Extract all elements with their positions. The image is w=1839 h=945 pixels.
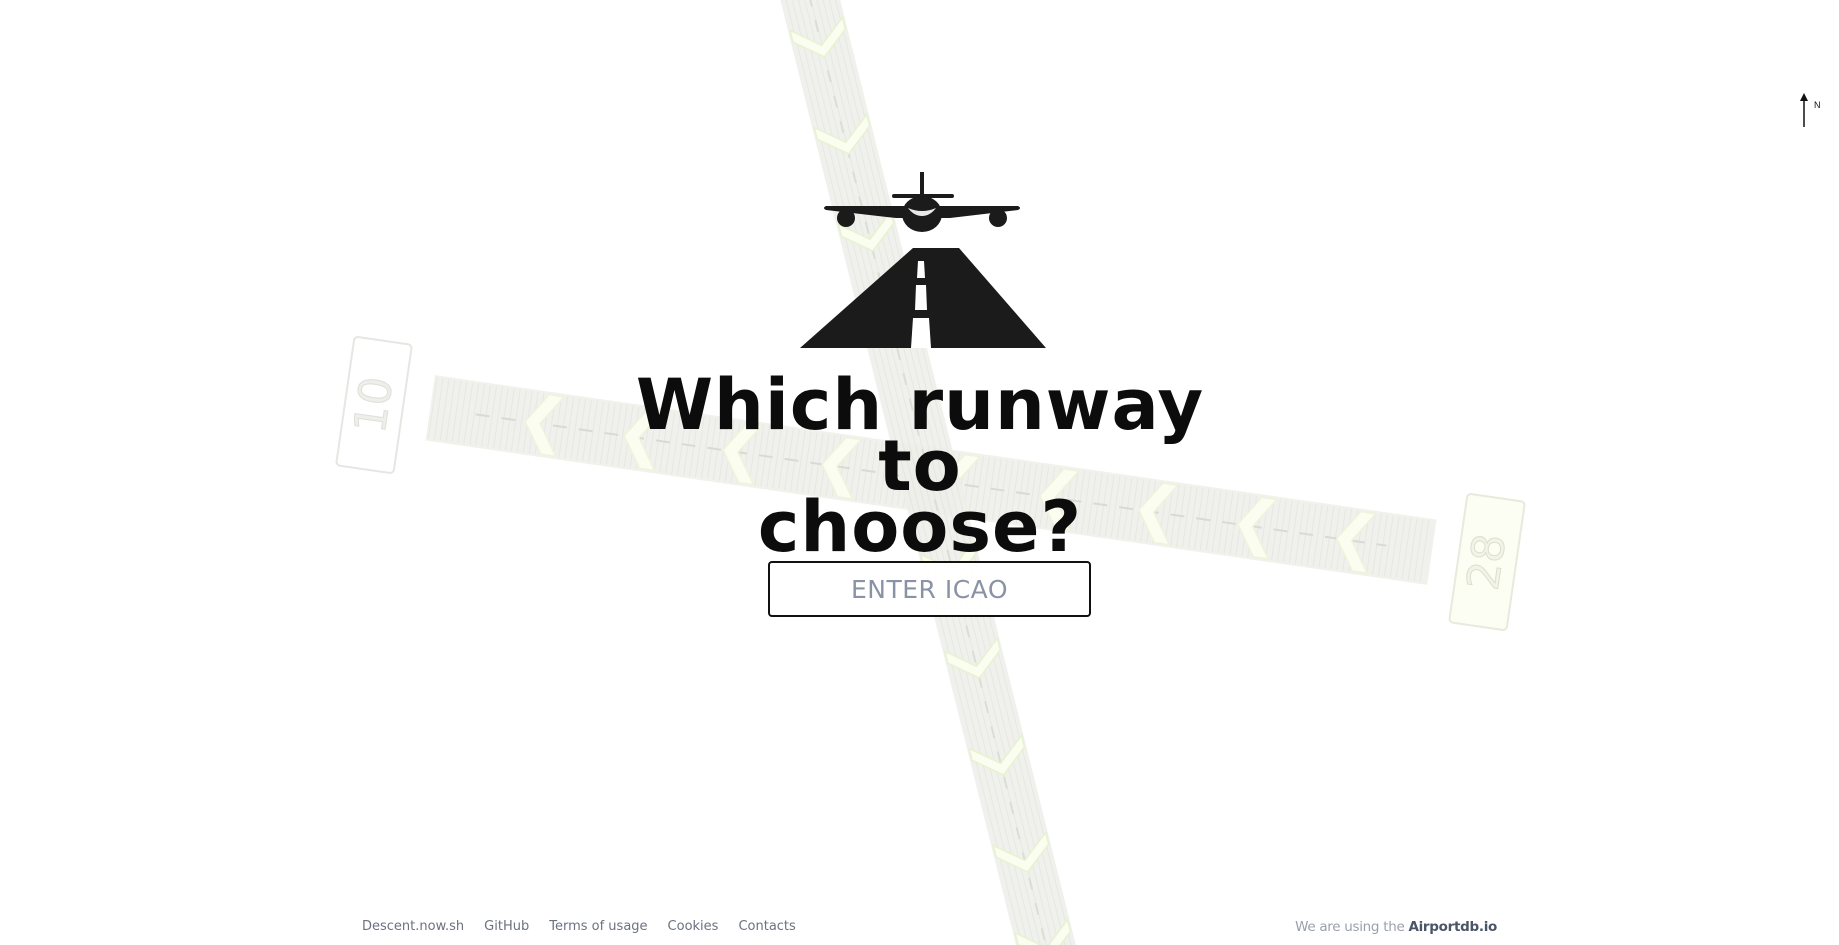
runway-end-label-10: 10 bbox=[345, 374, 403, 437]
airportdb-link[interactable]: Airportdb.io bbox=[1408, 919, 1497, 935]
airplane-landing-runway-icon bbox=[800, 172, 1046, 348]
footer-link-github[interactable]: GitHub bbox=[484, 919, 529, 934]
icao-input[interactable] bbox=[770, 563, 1089, 615]
page-title-line-2: choose? bbox=[757, 486, 1083, 568]
runway-end-label-28: 28 bbox=[1458, 531, 1516, 594]
footer-link-cookies[interactable]: Cookies bbox=[668, 919, 719, 934]
north-arrow-icon bbox=[1800, 93, 1808, 127]
runway-end-sign-10: 10 bbox=[335, 336, 413, 474]
footer-link-descent[interactable]: Descent.now.sh bbox=[362, 919, 464, 934]
page-title-line-1: Which runway to bbox=[635, 364, 1205, 507]
data-source-credit: We are using the Airportdb.io bbox=[1295, 919, 1497, 935]
credit-prefix: We are using the bbox=[1295, 919, 1409, 935]
compass-north-label: N bbox=[1814, 100, 1821, 110]
compass: N bbox=[1797, 91, 1827, 129]
footer-nav: Descent.now.sh GitHub Terms of usage Coo… bbox=[362, 919, 816, 934]
icao-search-box bbox=[768, 561, 1091, 617]
footer-link-terms[interactable]: Terms of usage bbox=[549, 919, 647, 934]
footer-link-contacts[interactable]: Contacts bbox=[738, 919, 795, 934]
runway-end-sign-28: 28 bbox=[1448, 493, 1526, 631]
page: 10 28 N Which runway to choose? ENTER IC… bbox=[0, 0, 1839, 945]
page-title: Which runway to choose? bbox=[620, 364, 1220, 568]
